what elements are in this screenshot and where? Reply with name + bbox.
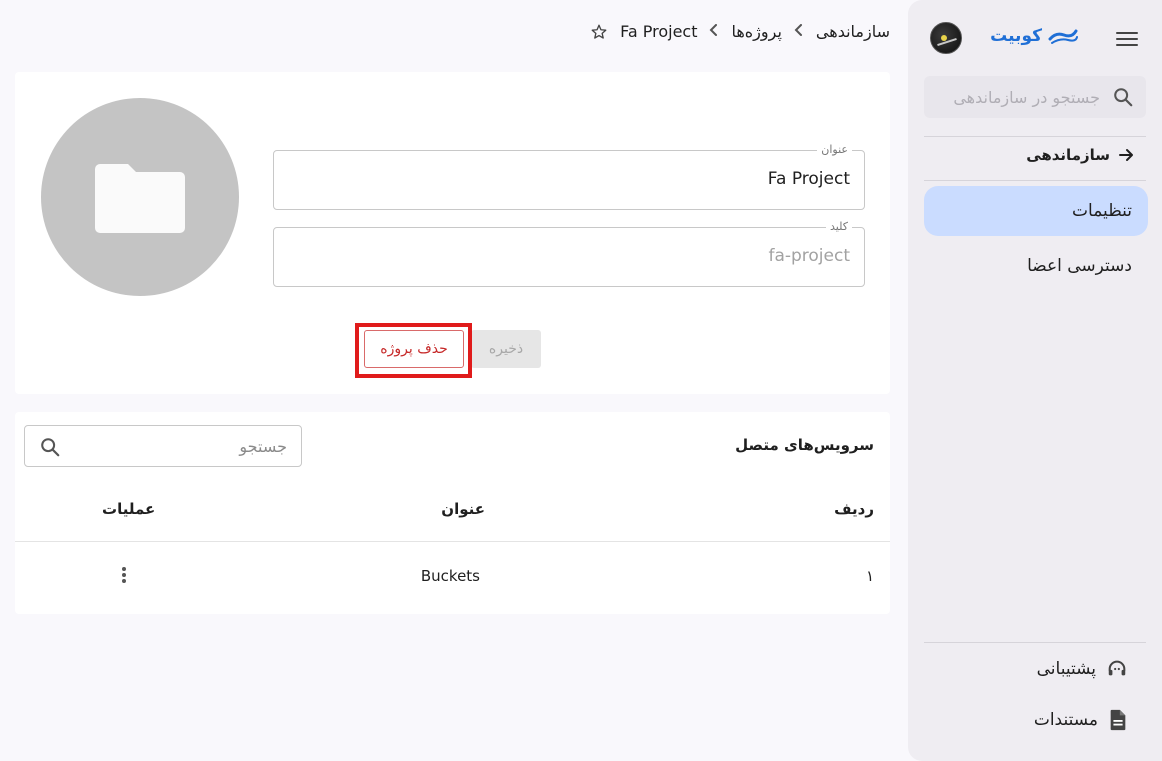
services-search-placeholder: جستجو [239,437,287,456]
sidebar-item-label: تنظیمات [1072,201,1132,221]
project-settings-card: عنوان Fa Project کلید fa-project ذخیره ح… [15,72,890,394]
title-field-label: عنوان [817,143,852,156]
star-icon[interactable] [590,23,608,41]
document-icon [1110,709,1126,731]
chevron-left-icon [709,23,719,40]
column-header-title: عنوان [441,500,485,518]
title-field[interactable]: عنوان Fa Project [273,143,865,210]
chevron-left-icon [794,23,804,40]
divider [924,136,1146,137]
divider [15,541,890,542]
divider [924,180,1146,181]
more-vert-icon[interactable] [118,565,130,587]
table-header: ردیف عنوان عملیات [15,500,890,520]
sidebar-search[interactable]: جستجو در سازماندهی [924,76,1146,118]
breadcrumb-item-projects[interactable]: پروژه‌ها [731,22,781,41]
project-avatar[interactable] [41,98,239,296]
menu-icon[interactable] [1116,28,1138,48]
sidebar-search-placeholder: جستجو در سازماندهی [953,87,1100,107]
key-field[interactable]: کلید fa-project [273,220,865,287]
sidebar: کوبیت جستجو در سازماندهی سازماندهی تنظیم… [908,0,1162,761]
sidebar-item-support[interactable]: پشتیبانی [1037,658,1128,680]
sidebar-item-label: مستندات [1033,710,1098,730]
search-icon [1114,88,1133,107]
arrow-right-icon [1119,149,1133,161]
search-icon [41,438,60,457]
divider [924,642,1146,643]
logo[interactable]: کوبیت [990,26,1078,46]
section-title: سرویس‌های متصل [735,436,874,454]
table-row[interactable]: ۱ Buckets [15,567,890,589]
sidebar-item-docs[interactable]: مستندات [1034,709,1128,731]
key-field-label: کلید [826,220,852,233]
delete-project-button[interactable]: حذف پروژه [364,330,464,368]
column-header-actions: عملیات [102,500,156,518]
cell-title: Buckets [420,567,480,585]
sidebar-header: کوبیت [908,22,1162,56]
cell-index: ۱ [865,567,874,585]
sidebar-item-member-access[interactable]: دسترسی اعضا [1027,248,1132,284]
support-icon [1108,660,1126,676]
sidebar-back-label: سازماندهی [1026,146,1110,164]
sidebar-item-label: دسترسی اعضا [1027,256,1132,276]
sidebar-item-settings[interactable]: تنظیمات [924,186,1148,236]
logo-text: کوبیت [990,26,1042,46]
save-button[interactable]: ذخیره [471,330,541,368]
breadcrumb: سازماندهی پروژه‌ها Fa Project [590,22,890,41]
folder-icon [95,164,185,233]
connected-services-card: سرویس‌های متصل جستجو ردیف عنوان عملیات ۱… [15,412,890,614]
user-avatar[interactable] [930,22,962,54]
sidebar-item-label: پشتیبانی [1036,659,1096,679]
column-header-index: ردیف [834,500,874,518]
key-field-value: fa-project [768,246,850,266]
logo-wave-icon [1048,29,1078,44]
title-field-value: Fa Project [767,169,850,189]
services-search-input[interactable]: جستجو [24,425,302,467]
breadcrumb-item-current: Fa Project [620,22,698,41]
sidebar-back-link[interactable]: سازماندهی [1026,146,1134,164]
breadcrumb-item-organization[interactable]: سازماندهی [816,22,890,41]
